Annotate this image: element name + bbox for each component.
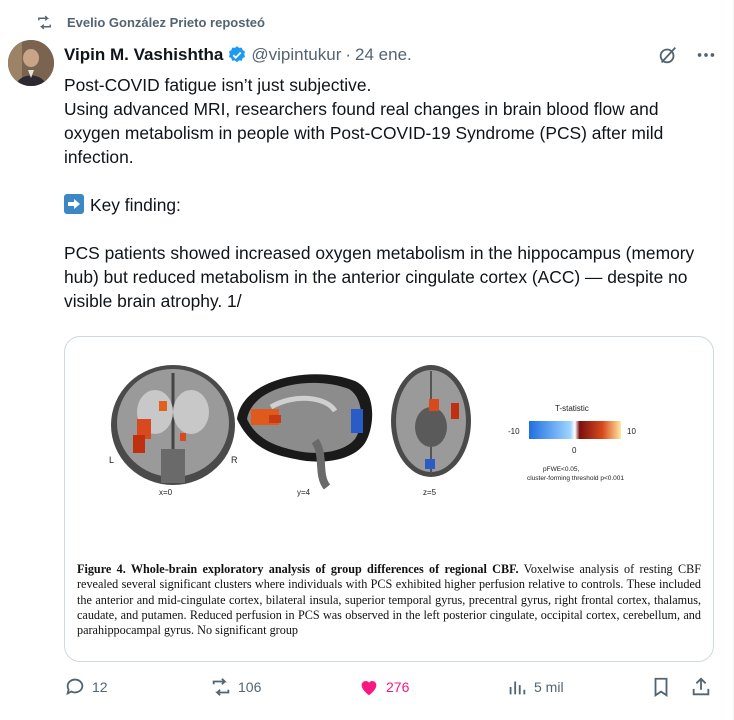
repost-count: 106 <box>238 679 262 695</box>
repost-indicator[interactable]: Evelio González Prieto reposteó <box>36 14 265 31</box>
reply-count: 12 <box>92 679 108 695</box>
author-name[interactable]: Vipin M. Vashishtha <box>64 45 223 65</box>
right-arrow-emoji-icon <box>64 194 84 214</box>
right-label: R <box>231 455 238 465</box>
figure-caption: Figure 4. Whole-brain exploratory analys… <box>77 562 701 638</box>
colorbar <box>529 421 621 439</box>
tweet[interactable]: Evelio González Prieto reposteó Vipin M.… <box>0 0 734 720</box>
tweet-line: Post-COVID fatigue isn’t just subjective… <box>64 75 372 95</box>
bookmark-icon <box>654 677 668 697</box>
views-count: 5 mil <box>534 679 564 695</box>
more-icon[interactable] <box>695 44 717 66</box>
threshold-line-1: pFWE<0.05, <box>543 466 580 473</box>
colorbar-title: T-statistic <box>555 404 589 413</box>
action-bar: 12 106 276 5 mil <box>64 676 714 704</box>
coord-y-label: y=4 <box>297 488 311 497</box>
share-button[interactable] <box>690 676 718 698</box>
bookmark-button[interactable] <box>650 676 678 698</box>
tweet-header: Vipin M. Vashishtha @vipintukur · 24 ene… <box>64 43 717 67</box>
key-finding-line: Key finding: <box>64 193 714 217</box>
views-button[interactable]: 5 mil <box>506 676 564 698</box>
tweet-line: PCS patients showed increased oxygen met… <box>64 243 695 311</box>
brain-figure: L R x=0 y=4 z=5 T-statistic -10 10 0 pFW… <box>109 365 636 497</box>
colorbar-max: 10 <box>627 427 636 436</box>
header-actions <box>657 44 717 66</box>
coronal-brain-slice <box>111 365 235 485</box>
coord-x-label: x=0 <box>159 488 173 497</box>
like-count: 276 <box>386 679 410 695</box>
coord-z-label: z=5 <box>423 488 437 497</box>
heart-icon <box>361 681 377 696</box>
key-finding-label: Key finding: <box>90 195 181 215</box>
sagittal-brain-slice <box>237 374 373 490</box>
caption-title: Figure 4. Whole-brain exploratory analys… <box>77 562 519 576</box>
left-label: L <box>109 455 114 465</box>
like-button[interactable]: 276 <box>358 676 409 698</box>
axial-brain-slice <box>391 365 471 477</box>
reply-icon <box>66 678 84 696</box>
separator: · <box>345 45 352 64</box>
repost-icon <box>212 678 230 696</box>
avatar[interactable] <box>8 40 54 86</box>
author-handle[interactable]: @vipintukur <box>251 45 341 65</box>
tweet-date[interactable]: 24 ene. <box>355 45 412 65</box>
media-image[interactable]: L R x=0 y=4 z=5 T-statistic -10 10 0 pFW… <box>64 336 714 662</box>
tweet-text: Post-COVID fatigue isn’t just subjective… <box>64 73 714 313</box>
share-icon <box>692 677 710 696</box>
repost-label: Evelio González Prieto reposteó <box>67 15 265 30</box>
avatar-image <box>8 40 54 86</box>
reply-button[interactable]: 12 <box>64 676 108 698</box>
views-chart-icon <box>509 681 526 695</box>
tweet-line: Using advanced MRI, researchers found re… <box>64 99 664 167</box>
repost-icon <box>38 15 51 30</box>
colorbar-min: -10 <box>508 427 520 436</box>
verified-badge-icon[interactable] <box>227 45 247 65</box>
repost-button[interactable]: 106 <box>210 676 261 698</box>
threshold-line-2: cluster-forming threshold p<0.001 <box>527 475 624 482</box>
colorbar-zero: 0 <box>572 446 577 455</box>
grok-icon[interactable] <box>657 44 679 66</box>
